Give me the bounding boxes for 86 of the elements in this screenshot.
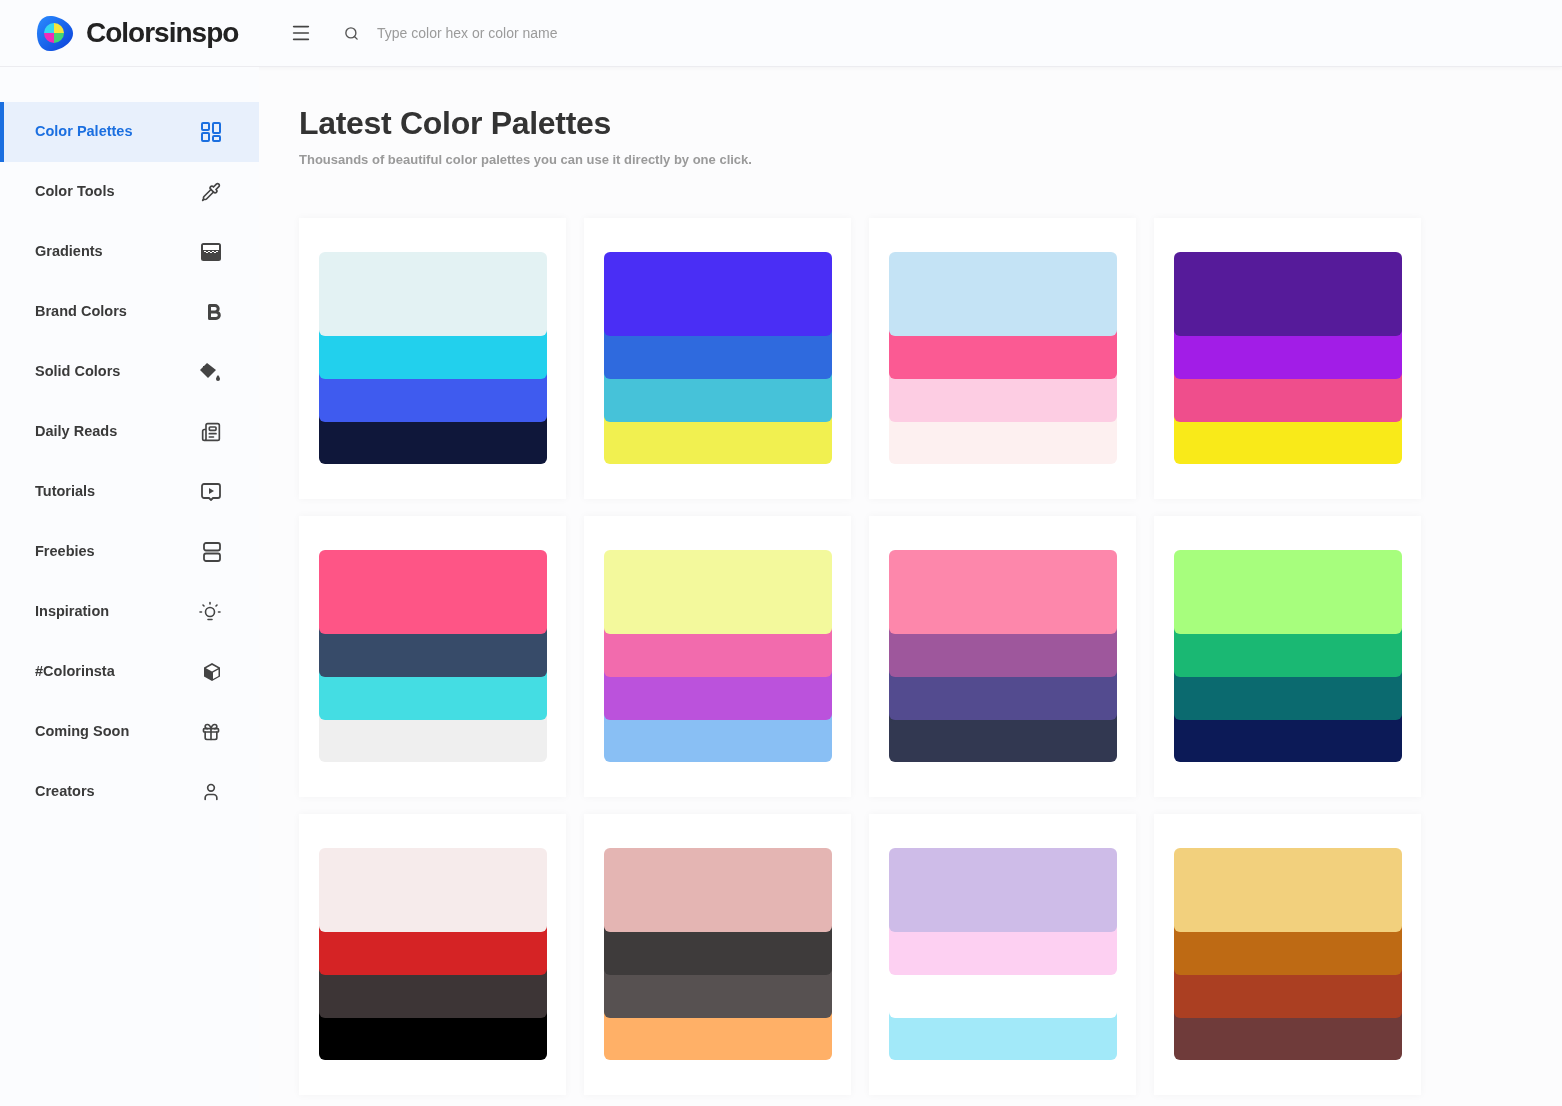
sidebar-item[interactable]: Gradients	[0, 222, 259, 282]
palette-card[interactable]	[584, 218, 851, 499]
color-swatch[interactable]	[889, 720, 1117, 762]
color-swatch[interactable]	[319, 422, 547, 464]
color-swatch[interactable]	[319, 848, 547, 932]
color-swatch[interactable]	[604, 252, 832, 336]
sidebar-item[interactable]: Creators	[0, 762, 259, 822]
color-swatch[interactable]	[1174, 677, 1402, 720]
color-swatch[interactable]	[319, 720, 547, 762]
color-swatch[interactable]	[319, 975, 547, 1018]
cube-icon	[203, 662, 221, 682]
color-swatch[interactable]	[889, 252, 1117, 336]
user-icon	[201, 782, 221, 802]
color-swatch[interactable]	[604, 634, 832, 677]
color-swatch[interactable]	[1174, 720, 1402, 762]
color-swatch[interactable]	[1174, 1018, 1402, 1060]
search-icon	[344, 25, 359, 41]
color-swatch[interactable]	[1174, 336, 1402, 379]
color-swatch[interactable]	[889, 550, 1117, 634]
sidebar-item[interactable]: Brand Colors	[0, 282, 259, 342]
color-swatch[interactable]	[1174, 379, 1402, 422]
color-swatch[interactable]	[604, 677, 832, 720]
brand-name[interactable]: Colorsinspo	[86, 19, 239, 47]
color-swatch[interactable]	[1174, 422, 1402, 464]
color-swatch[interactable]	[319, 634, 547, 677]
sidebar-item[interactable]: Solid Colors	[0, 342, 259, 402]
color-swatch[interactable]	[889, 422, 1117, 464]
color-swatch[interactable]	[1174, 932, 1402, 975]
color-swatch[interactable]	[319, 550, 547, 634]
color-swatch[interactable]	[319, 677, 547, 720]
sidebar-item[interactable]: Color Palettes	[0, 102, 259, 162]
color-swatch[interactable]	[319, 252, 547, 336]
newspaper-icon	[201, 422, 221, 442]
image-frame-icon	[201, 243, 221, 261]
sidebar-item[interactable]: #Colorinsta	[0, 642, 259, 702]
color-swatch[interactable]	[604, 336, 832, 379]
color-swatch[interactable]	[889, 677, 1117, 720]
gift-icon	[201, 722, 221, 742]
palette-card[interactable]	[869, 516, 1136, 797]
color-swatch[interactable]	[889, 336, 1117, 379]
color-swatch[interactable]	[604, 720, 832, 762]
pipette-icon	[201, 182, 221, 202]
palette-card[interactable]	[1154, 516, 1421, 797]
sidebar-item[interactable]: Inspiration	[0, 582, 259, 642]
color-swatch[interactable]	[889, 1018, 1117, 1060]
color-swatch[interactable]	[604, 975, 832, 1018]
color-swatch[interactable]	[889, 932, 1117, 975]
color-swatch[interactable]	[604, 379, 832, 422]
color-swatch[interactable]	[1174, 848, 1402, 932]
color-swatch[interactable]	[319, 932, 547, 975]
color-swatch[interactable]	[604, 932, 832, 975]
logo-icon	[36, 14, 74, 52]
color-swatch[interactable]	[319, 1018, 547, 1060]
page-subtitle: Thousands of beautiful color palettes you can use it directly by one click.	[299, 151, 752, 169]
color-swatch[interactable]	[604, 550, 832, 634]
palette-card[interactable]	[299, 218, 566, 499]
color-swatch[interactable]	[604, 848, 832, 932]
color-swatch[interactable]	[1174, 975, 1402, 1018]
palette-card[interactable]	[299, 516, 566, 797]
color-swatch[interactable]	[604, 1018, 832, 1060]
paint-bucket-icon	[199, 361, 221, 383]
play-screen-icon	[201, 483, 221, 501]
color-swatch[interactable]	[1174, 252, 1402, 336]
color-swatch[interactable]	[1174, 550, 1402, 634]
color-swatch[interactable]	[889, 848, 1117, 932]
palette-card[interactable]	[1154, 218, 1421, 499]
palette-card[interactable]	[1154, 814, 1421, 1095]
grid-icon	[201, 122, 221, 142]
color-swatch[interactable]	[319, 379, 547, 422]
color-swatch[interactable]	[1174, 634, 1402, 677]
search-field[interactable]: Type color hex or color name	[377, 21, 637, 45]
bold-letter-icon	[208, 304, 221, 320]
sidebar-item[interactable]: Tutorials	[0, 462, 259, 522]
sidebar-item[interactable]: Daily Reads	[0, 402, 259, 462]
light-bulb-icon	[199, 601, 221, 623]
color-swatch[interactable]	[889, 634, 1117, 677]
color-swatch[interactable]	[319, 336, 547, 379]
color-swatch[interactable]	[604, 422, 832, 464]
palette-card[interactable]	[584, 814, 851, 1095]
sidebar-item[interactable]: Coming Soon	[0, 702, 259, 762]
sidebar-item[interactable]: Freebies	[0, 522, 259, 582]
sidebar-item[interactable]: Color Tools	[0, 162, 259, 222]
color-swatch[interactable]	[889, 379, 1117, 422]
palette-card[interactable]	[299, 814, 566, 1095]
page-title: Latest Color Palettes	[299, 104, 611, 143]
stacked-rows-icon	[203, 542, 221, 562]
